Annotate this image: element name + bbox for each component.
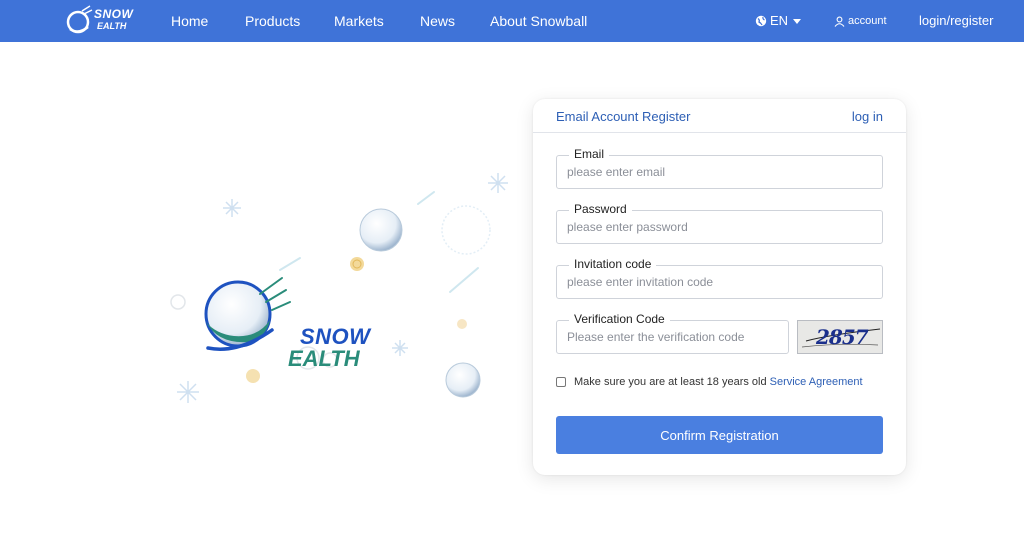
- password-label: Password: [569, 202, 632, 216]
- logo-text-line1: SNOW: [94, 7, 134, 21]
- agreement-row: Make sure you are at least 18 years old …: [556, 376, 863, 388]
- nav-news[interactable]: News: [420, 13, 455, 29]
- captcha-text: 2857: [816, 325, 869, 349]
- password-input[interactable]: [567, 218, 867, 236]
- login-register-link[interactable]: login/register: [919, 12, 993, 30]
- email-field: Email: [556, 147, 883, 189]
- captcha-image[interactable]: 2857: [797, 320, 883, 354]
- agreement-text: Make sure you are at least 18 years old: [574, 376, 767, 388]
- verification-code-field: Verification Code: [556, 312, 789, 354]
- account-link[interactable]: account: [834, 12, 887, 30]
- nav-about-snowball[interactable]: About Snowball: [490, 13, 587, 29]
- confirm-registration-button[interactable]: Confirm Registration: [556, 416, 883, 454]
- card-header: Email Account Register log in: [533, 99, 906, 133]
- email-input[interactable]: [567, 163, 867, 181]
- logo-text-line2: EALTH: [97, 21, 127, 31]
- verification-code-label: Verification Code: [569, 312, 670, 326]
- email-label: Email: [569, 147, 610, 161]
- login-link[interactable]: log in: [852, 109, 883, 124]
- language-selector[interactable]: EN: [755, 12, 805, 30]
- register-card: Email Account Register log in Email Pass…: [533, 99, 906, 475]
- site-logo[interactable]: SNOW EALTH: [64, 5, 138, 37]
- invitation-code-label: Invitation code: [569, 257, 657, 271]
- nav-markets[interactable]: Markets: [334, 13, 384, 29]
- service-agreement-link[interactable]: Service Agreement: [770, 376, 863, 388]
- invitation-code-input[interactable]: [567, 273, 867, 291]
- card-title: Email Account Register: [556, 109, 691, 124]
- hero-illustration: SNOW EALTH: [0, 42, 520, 544]
- snowball-logo-icon: [66, 5, 93, 34]
- nav-home[interactable]: Home: [171, 13, 208, 29]
- verification-code-input[interactable]: [567, 328, 779, 346]
- account-label: account: [848, 15, 887, 27]
- top-navigation-bar: SNOW EALTH Home Products Markets News Ab…: [0, 0, 1024, 42]
- nav-products[interactable]: Products: [245, 13, 300, 29]
- caret-down-icon: [793, 19, 802, 24]
- brand-text-line1: SNOW: [300, 324, 371, 349]
- snowball-illustration: [170, 173, 508, 403]
- password-field: Password: [556, 202, 883, 244]
- agreement-checkbox[interactable]: [556, 377, 566, 387]
- brand-text-line2: EALTH: [288, 346, 360, 371]
- language-label: EN: [770, 13, 789, 28]
- invitation-code-field: Invitation code: [556, 257, 883, 299]
- user-icon: [834, 16, 845, 27]
- globe-icon: [755, 15, 767, 27]
